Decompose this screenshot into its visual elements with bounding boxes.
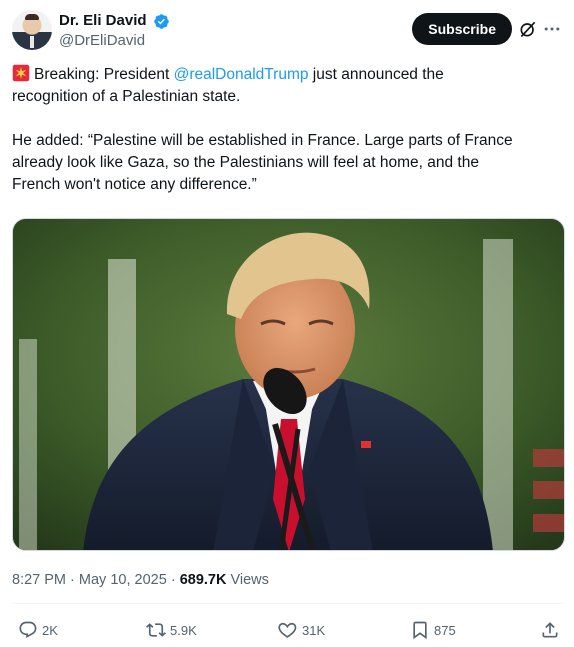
repost-icon [146,623,166,637]
reply-icon [19,621,37,638]
like-count: 31K [302,622,326,638]
reply-count: 2K [42,622,58,638]
divider [12,603,564,604]
views-label: Views [230,572,269,588]
repost-button[interactable]: 5.9K [146,618,197,642]
meta-separator: · [70,572,75,588]
share-button[interactable] [540,618,560,642]
repost-count: 5.9K [170,622,197,638]
photo-illustration [13,219,564,550]
tweet-date[interactable]: May 10, 2025 [79,572,167,588]
verified-badge-icon [154,13,169,29]
meta-separator: · [170,572,176,588]
like-button[interactable]: 31K [278,618,325,642]
tweet-time[interactable]: 8:27 PM [12,572,66,588]
author-display-name[interactable]: Dr. Eli David [59,11,147,31]
mention-link[interactable]: @realDonaldTrump [174,66,309,83]
more-icon[interactable] [542,19,562,39]
quote-line-1: He added: “Palestine will be established… [12,132,513,149]
tweet-line-1-suffix: just announced the [308,66,444,83]
grok-icon[interactable] [518,19,538,39]
avatar-hair [25,14,39,20]
author-info[interactable]: Dr. Eli David @DrEliDavid [59,11,170,51]
avatar[interactable] [12,10,52,50]
avatar-shirt [30,36,34,48]
quote-line-2: already look like Gaza, so the Palestini… [12,154,479,171]
heart-icon [278,622,297,638]
bookmark-count: 875 [434,622,456,638]
views-count: 689.7K [179,572,227,588]
tweet-body: Breaking: President @realDonaldTrump jus… [12,64,564,196]
bookmark-icon [413,621,427,640]
tweet-photo[interactable] [12,218,565,551]
quote-line-3: French won't notice any difference.” [12,176,257,193]
tweet-meta: 8:27 PM · May 10, 2025 · 689.7K Views [12,570,269,590]
siren-icon [12,64,30,82]
action-bar: 2K 5.9K 31K 875 [12,618,564,642]
bookmark-button[interactable]: 875 [410,618,456,642]
author-handle[interactable]: @DrEliDavid [59,31,170,51]
tweet-line-2: recognition of a Palestinian state. [12,88,241,105]
reply-button[interactable]: 2K [18,618,58,642]
tweet-header: Dr. Eli David @DrEliDavid Subscribe [12,10,564,54]
subscribe-button[interactable]: Subscribe [412,13,512,45]
tweet-line-1-prefix: Breaking: President [34,66,174,83]
tweet-line-1: Breaking: President @realDonaldTrump jus… [12,64,564,86]
share-icon [542,622,558,638]
